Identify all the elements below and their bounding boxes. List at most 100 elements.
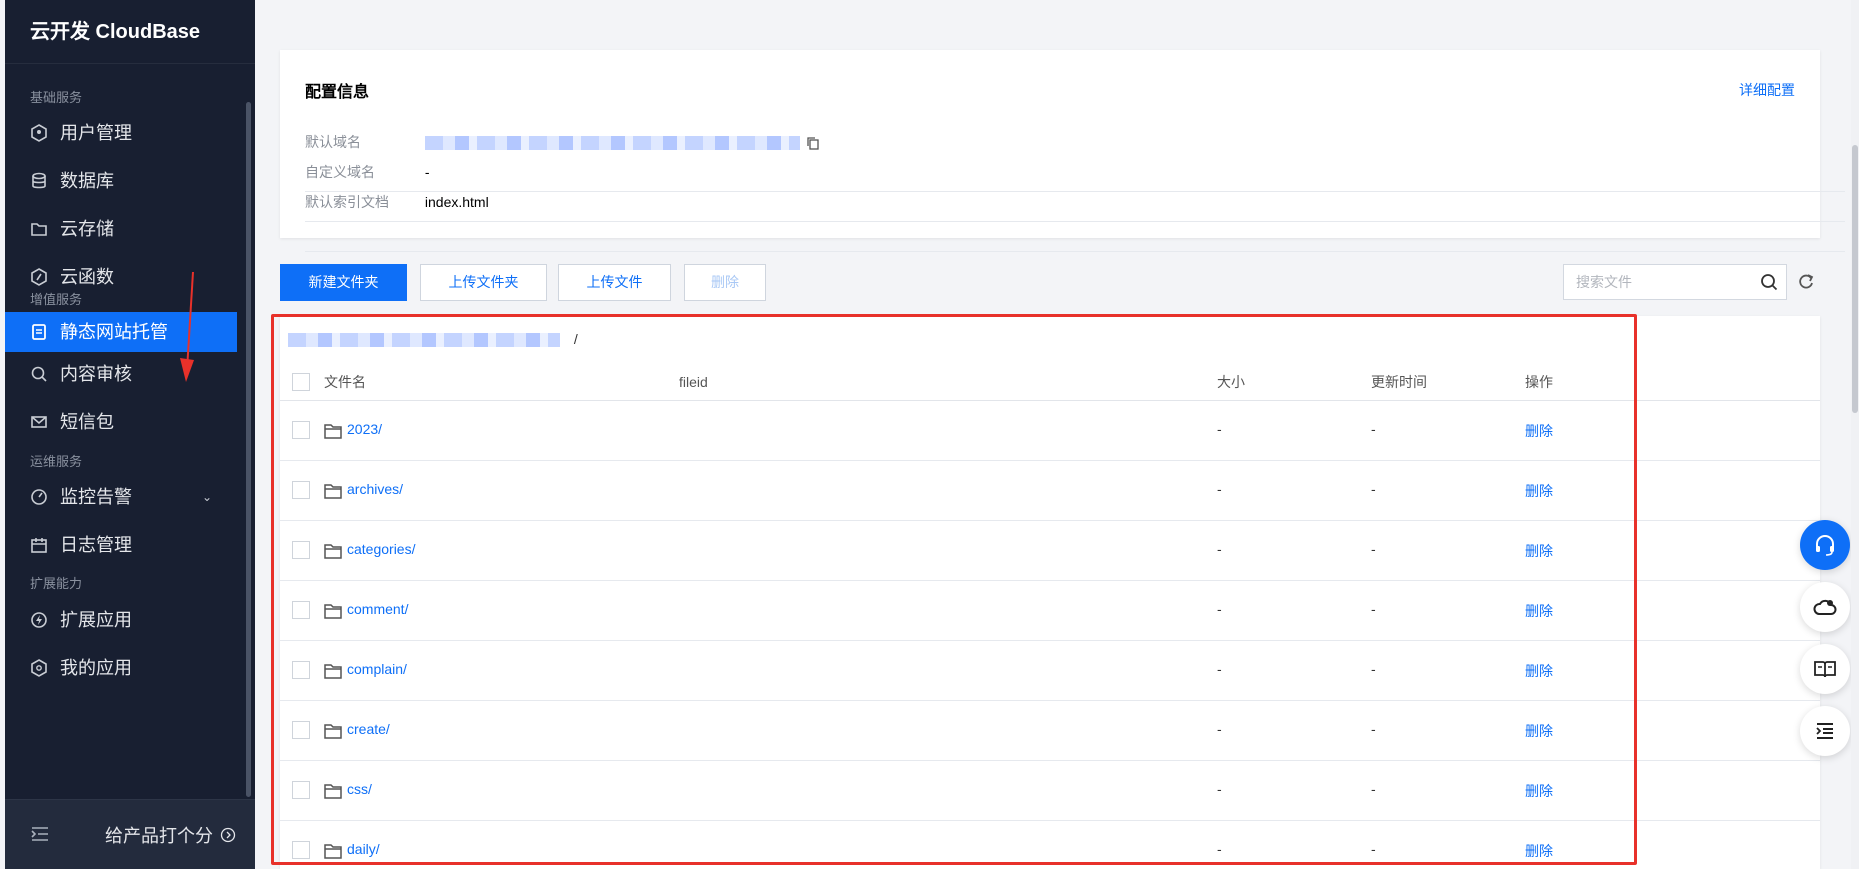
table-row: categories/ - - 删除 <box>280 521 1820 581</box>
file-name-link[interactable]: create/ <box>347 721 390 737</box>
group-title-basic: 基础服务 <box>30 90 83 105</box>
row-checkbox[interactable] <box>292 721 310 739</box>
row-checkbox[interactable] <box>292 601 310 619</box>
breadcrumb: / <box>288 331 578 348</box>
sidebar-footer: 给产品打个分 <box>5 799 255 869</box>
headset-icon <box>1816 535 1834 556</box>
file-name-link[interactable]: comment/ <box>347 601 408 617</box>
row-delete-link[interactable]: 删除 <box>1525 661 1553 681</box>
bolt-icon <box>31 612 47 628</box>
sidebar-item-user-management[interactable]: 用户管理 <box>5 109 237 157</box>
upload-file-button[interactable]: 上传文件 <box>558 264 671 301</box>
folder-icon <box>324 484 342 499</box>
page-scrollbar[interactable] <box>1851 0 1859 869</box>
sidebar-scrollbar[interactable] <box>246 102 251 797</box>
file-name-link[interactable]: categories/ <box>347 541 415 557</box>
group-title-extensions: 扩展能力 <box>30 576 83 591</box>
sidebar-item-label: 我的应用 <box>60 658 132 678</box>
file-size: - <box>1217 481 1222 497</box>
chevron-down-icon[interactable]: ⌄ <box>202 473 212 521</box>
detail-config-link[interactable]: 详细配置 <box>1739 80 1795 100</box>
file-time: - <box>1371 781 1376 797</box>
sidebar: 云开发 CloudBase 基础服务 用户管理 数据库 云存储 云函数 增值服务… <box>5 0 255 869</box>
config-value: index.html <box>424 194 489 210</box>
sidebar-item-label: 用户管理 <box>60 123 132 143</box>
book-icon <box>1814 661 1836 678</box>
config-value: - <box>424 164 430 180</box>
red-arrow-annotation <box>180 271 194 382</box>
copy-icon[interactable] <box>806 136 820 150</box>
docs-button[interactable] <box>1800 644 1850 694</box>
row-delete-link[interactable]: 删除 <box>1525 481 1553 501</box>
sidebar-item-my-apps[interactable]: 我的应用 <box>5 644 237 692</box>
new-folder-button[interactable]: 新建文件夹 <box>280 264 407 301</box>
upload-folder-button[interactable]: 上传文件夹 <box>420 264 547 301</box>
file-size: - <box>1217 421 1222 437</box>
row-checkbox[interactable] <box>292 781 310 799</box>
row-checkbox[interactable] <box>292 541 310 559</box>
search-icon <box>31 366 47 382</box>
mail-icon <box>31 416 47 428</box>
sidebar-item-monitoring[interactable]: 监控告警 ⌄ <box>5 473 237 521</box>
collapse-menu-icon[interactable] <box>30 825 50 843</box>
file-name-link[interactable]: 2023/ <box>347 421 382 437</box>
sidebar-item-label: 云函数 <box>60 267 114 287</box>
file-size: - <box>1217 841 1222 857</box>
rate-product-link[interactable]: 给产品打个分 <box>105 822 213 848</box>
search-input[interactable] <box>1564 265 1744 299</box>
sidebar-item-label: 云存储 <box>60 219 114 239</box>
file-time: - <box>1371 481 1376 497</box>
table-row: css/ - - 删除 <box>280 761 1820 821</box>
row-checkbox[interactable] <box>292 481 310 499</box>
file-name-link[interactable]: daily/ <box>347 841 380 857</box>
config-title: 配置信息 <box>305 84 370 101</box>
outline-button[interactable] <box>1800 706 1850 756</box>
row-checkbox[interactable] <box>292 841 310 859</box>
sidebar-item-log-management[interactable]: 日志管理 <box>5 521 237 569</box>
row-delete-link[interactable]: 删除 <box>1525 721 1553 741</box>
search-icon[interactable] <box>1760 273 1778 291</box>
select-all-checkbox[interactable] <box>292 373 310 391</box>
config-panel: 配置信息 详细配置 默认域名 自定义域名 - 默认索引文档 index.html <box>280 50 1845 252</box>
row-delete-link[interactable]: 删除 <box>1525 541 1553 561</box>
cloud-button[interactable] <box>1800 582 1850 632</box>
file-name-link[interactable]: archives/ <box>347 481 403 497</box>
file-time: - <box>1371 541 1376 557</box>
arrow-circle-icon[interactable] <box>220 827 236 843</box>
row-delete-link[interactable]: 删除 <box>1525 421 1553 441</box>
config-row-index-document: 默认索引文档 index.html <box>305 192 1845 252</box>
column-header-fileid: fileid <box>679 374 708 390</box>
config-label: 默认索引文档 <box>305 194 389 210</box>
folder-icon <box>324 604 342 619</box>
file-size: - <box>1217 541 1222 557</box>
folder-icon <box>324 724 342 739</box>
sidebar-item-label: 静态网站托管 <box>60 322 168 342</box>
file-time: - <box>1371 841 1376 857</box>
row-delete-link[interactable]: 删除 <box>1525 781 1553 801</box>
sidebar-item-extension-apps[interactable]: 扩展应用 <box>5 596 237 644</box>
row-checkbox[interactable] <box>292 421 310 439</box>
sidebar-item-label: 扩展应用 <box>60 610 132 630</box>
gauge-icon <box>31 489 47 505</box>
file-size: - <box>1217 781 1222 797</box>
row-delete-link[interactable]: 删除 <box>1525 601 1553 621</box>
sidebar-item-database[interactable]: 数据库 <box>5 157 237 205</box>
delete-button[interactable]: 删除 <box>684 264 766 301</box>
calendar-icon <box>31 538 47 553</box>
table-row: create/ - - 删除 <box>280 701 1820 761</box>
sidebar-item-label: 日志管理 <box>60 535 132 555</box>
sidebar-item-cloud-storage[interactable]: 云存储 <box>5 205 237 253</box>
folder-icon <box>324 664 342 679</box>
scrollbar-thumb[interactable] <box>1852 145 1858 413</box>
row-delete-link[interactable]: 删除 <box>1525 841 1553 861</box>
file-name-link[interactable]: css/ <box>347 781 372 797</box>
app-icon <box>31 659 47 677</box>
folder-icon <box>31 223 47 236</box>
redacted-bucket-path[interactable] <box>288 333 560 348</box>
refresh-icon[interactable] <box>1797 272 1815 290</box>
file-name-link[interactable]: complain/ <box>347 661 407 677</box>
support-button[interactable] <box>1800 520 1850 570</box>
sidebar-item-sms-package[interactable]: 短信包 <box>5 398 237 446</box>
row-checkbox[interactable] <box>292 661 310 679</box>
database-icon <box>32 172 46 189</box>
